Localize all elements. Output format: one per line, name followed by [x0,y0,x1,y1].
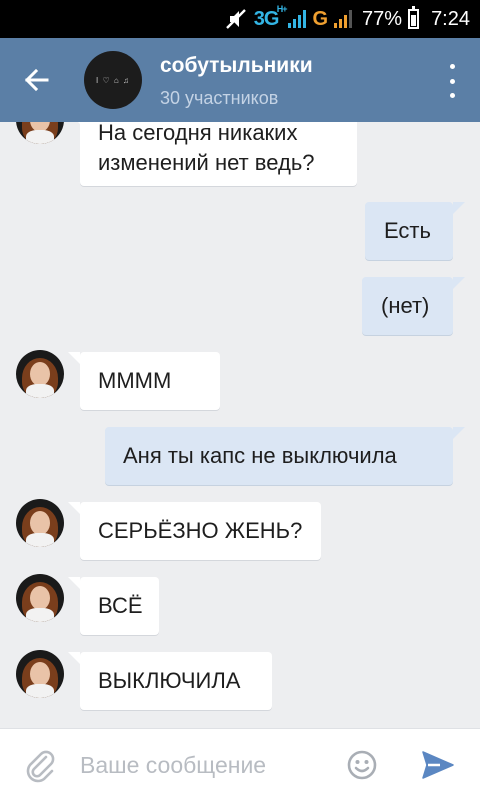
more-vertical-icon [449,64,455,69]
clock: 7:24 [431,7,470,30]
message-outgoing[interactable]: Есть [365,202,465,260]
sender-avatar[interactable] [16,650,64,698]
message-list[interactable]: На сегодня никаких изменений нет ведь? Е… [0,122,480,728]
status-icons: 3G H+ G 77% 7:24 [224,3,470,32]
message-incoming[interactable]: СЕРЬЁЗНО ЖЕНЬ? [68,502,321,560]
participants-count: 30 участников [160,88,279,108]
more-dot [449,78,455,84]
signal-bars-1-icon [288,10,307,28]
message-outgoing[interactable]: (нет) [362,277,465,335]
chat-title[interactable]: собутыльники [160,54,313,78]
message-incoming[interactable]: ВСЁ [68,577,159,635]
chat-header: I ♡ ⌂ ♫ собутыльники 30 участников [0,38,480,122]
network-g: G [312,7,329,30]
message-text: На сегодня никаких [98,122,298,145]
status-bar: 3G H+ G 77% 7:24 [0,0,480,38]
avatar-text: I ♡ ⌂ ♫ [96,75,130,85]
more-dot [449,93,455,98]
send-button[interactable] [420,749,456,781]
signal-bars-2-icon [334,10,353,28]
smiley-icon [347,750,377,780]
emoji-button[interactable] [346,749,378,781]
sender-avatar[interactable] [16,499,64,547]
paperclip-icon [26,750,55,783]
message-incoming[interactable]: На сегодня никаких изменений нет ведь? [68,122,357,186]
more-menu-button[interactable] [442,64,462,98]
message-text: изменений нет ведь? [98,150,315,175]
sender-avatar[interactable] [16,574,64,622]
sender-avatar[interactable] [16,350,64,398]
message-text: Есть [384,218,431,243]
message-text: Аня ты капс не выключила [123,443,397,468]
message-text: СЕРЬЁЗНО ЖЕНЬ? [98,518,303,543]
battery-percent: 77% [362,7,403,30]
chat-avatar[interactable]: I ♡ ⌂ ♫ [84,51,142,109]
arrow-left-icon [24,68,49,92]
message-text: ВСЁ [98,593,143,618]
message-text: (нет) [381,293,430,318]
back-button[interactable] [14,58,58,102]
network-sup: H+ [276,3,288,14]
mute-icon [225,9,246,29]
message-outgoing[interactable]: Аня ты капс не выключила [105,427,465,485]
send-icon [422,751,454,779]
sender-avatar[interactable] [16,122,64,144]
battery-icon [408,6,420,29]
network-type: 3G H+ [253,3,288,30]
message-text: ВЫКЛЮЧИЛА [98,668,241,693]
attach-button[interactable] [22,747,58,783]
message-incoming[interactable]: ВЫКЛЮЧИЛА [68,652,272,710]
compose-bar [0,728,480,800]
message-input[interactable] [80,743,330,787]
message-text: ММММ [98,368,172,393]
message-incoming[interactable]: ММММ [68,352,220,410]
